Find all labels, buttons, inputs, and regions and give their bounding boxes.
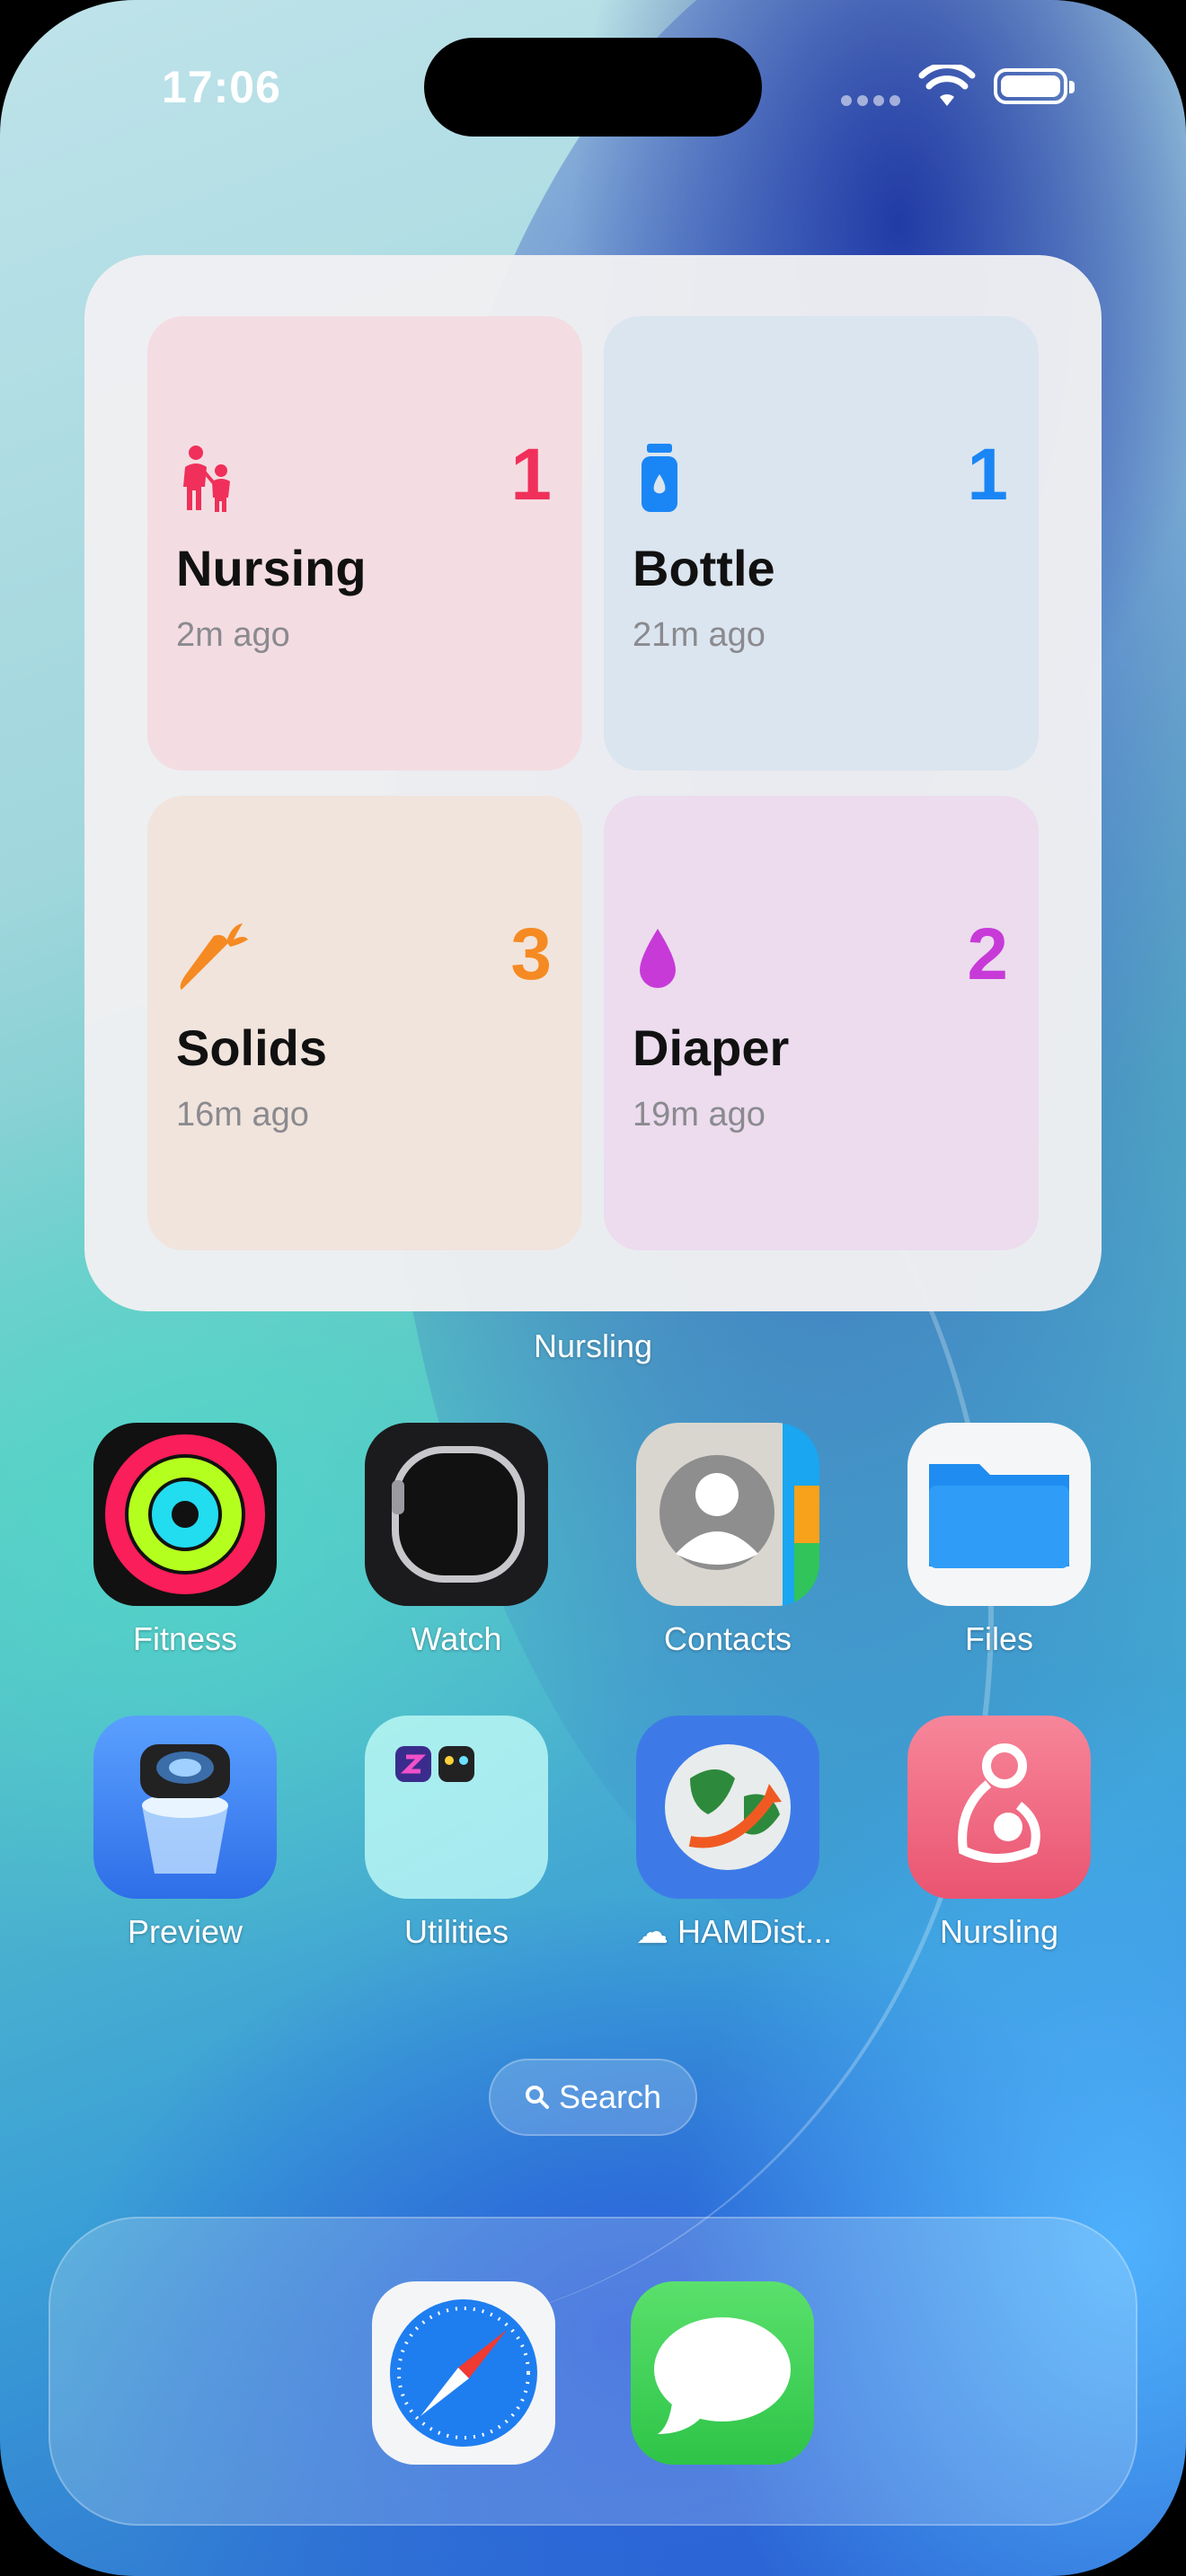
diaper-time-ago: 19m ago <box>633 1096 766 1134</box>
search-label: Search <box>558 2078 662 2115</box>
nursling-icon <box>907 1716 1091 1899</box>
tile-bottle[interactable]: 1 Bottle 21m ago <box>604 316 1039 771</box>
drop-icon <box>640 929 676 988</box>
nursing-title: Nursing <box>176 540 367 596</box>
bottle-time-ago: 21m ago <box>633 616 766 654</box>
bottle-icon <box>642 444 677 512</box>
parent-child-icon <box>183 446 230 512</box>
solids-count: 3 <box>510 913 552 995</box>
search-button[interactable]: Search <box>489 2059 697 2136</box>
hamdist-globe-icon <box>636 1716 819 1899</box>
safari-icon <box>372 2281 555 2465</box>
solids-time-ago: 16m ago <box>176 1096 309 1134</box>
nursing-time-ago: 2m ago <box>176 616 290 654</box>
wifi-icon <box>918 65 976 106</box>
search-icon <box>525 2086 549 2109</box>
app-label: ☁ HAMDist... <box>636 1913 832 1951</box>
app-label: Contacts <box>663 1620 792 1657</box>
app-preview[interactable]: Preview <box>93 1716 277 1951</box>
app-label: Files <box>964 1620 1033 1657</box>
app-label-text: HAMDist... <box>677 1913 833 1950</box>
app-label: Fitness <box>132 1620 238 1657</box>
watch-icon <box>365 1423 548 1606</box>
app-label: Watch <box>411 1620 502 1657</box>
app-label: Nursling <box>939 1913 1059 1950</box>
nursling-widget[interactable]: 1 Nursing 2m ago 1 Bottle 21m ago 3 Soli… <box>84 255 1102 1311</box>
app-hamdist[interactable]: ☁ HAMDist... <box>636 1716 832 1951</box>
home-screen: 17:06 1 Nursing 2m ago 1 Bottle 21m ago … <box>0 0 1186 2576</box>
battery-icon <box>994 68 1075 104</box>
files-icon <box>907 1423 1091 1606</box>
diaper-title: Diaper <box>633 1019 790 1076</box>
icloud-download-icon: ☁ <box>636 1913 668 1950</box>
widget-label: Nursling <box>533 1328 653 1364</box>
tile-solids[interactable]: 3 Solids 16m ago <box>147 796 582 1250</box>
app-fitness[interactable]: Fitness <box>93 1423 277 1658</box>
app-nursling[interactable]: Nursling <box>907 1716 1091 1951</box>
carrot-icon <box>180 923 248 990</box>
app-label: Preview <box>127 1913 243 1950</box>
diaper-count: 2 <box>967 913 1008 995</box>
fitness-icon <box>93 1423 277 1606</box>
preview-icon <box>93 1716 277 1899</box>
app-label: Utilities <box>403 1913 509 1950</box>
dock <box>49 2217 1137 2526</box>
bottle-title: Bottle <box>633 540 775 596</box>
contacts-icon <box>636 1423 819 1606</box>
nursing-count: 1 <box>510 434 552 516</box>
messages-icon <box>631 2281 814 2465</box>
tile-diaper[interactable]: 2 Diaper 19m ago <box>604 796 1039 1250</box>
cellular-signal-icon <box>841 95 900 106</box>
dock-app-messages[interactable] <box>631 2281 814 2465</box>
app-files[interactable]: Files <box>907 1423 1091 1658</box>
status-time: 17:06 <box>162 62 281 112</box>
utilities-folder-icon <box>365 1716 548 1899</box>
bottle-count: 1 <box>967 434 1008 516</box>
app-utilities[interactable]: Utilities <box>365 1716 548 1951</box>
tile-nursing[interactable]: 1 Nursing 2m ago <box>147 316 582 771</box>
solids-title: Solids <box>176 1019 328 1076</box>
app-watch[interactable]: Watch <box>365 1423 548 1658</box>
app-contacts[interactable]: Contacts <box>636 1423 819 1658</box>
dynamic-island <box>424 38 762 137</box>
dock-app-safari[interactable] <box>372 2281 555 2465</box>
